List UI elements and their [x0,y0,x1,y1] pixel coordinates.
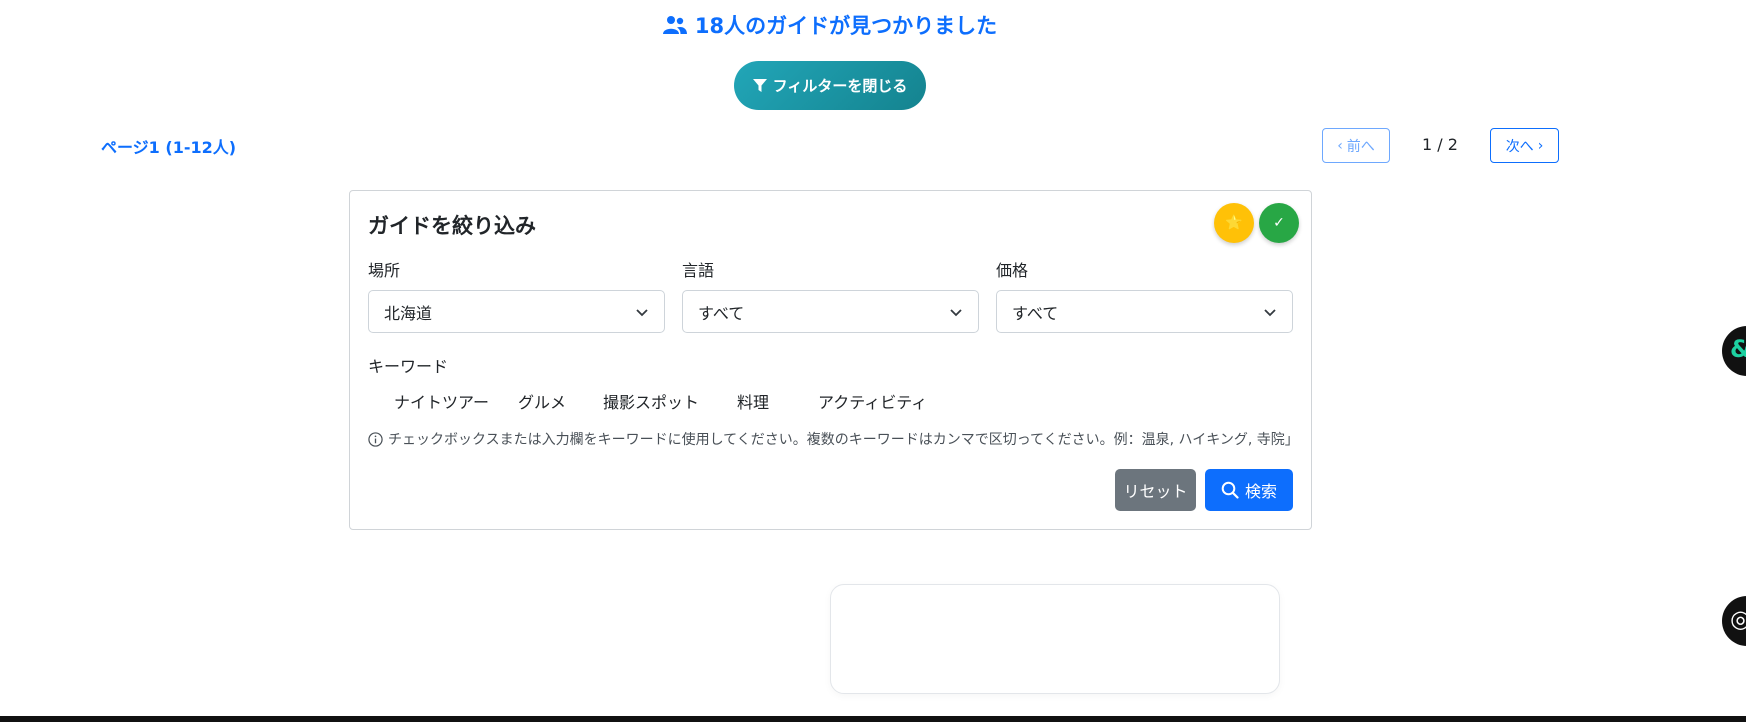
location-label: 場所 [368,261,401,280]
keyword-option[interactable]: 撮影スポット [603,389,699,413]
content-placeholder-card [830,584,1280,694]
page-info: ページ1 (1-12人) [101,138,237,157]
search-icon [1221,481,1239,499]
next-page-button[interactable]: 次へ › [1490,128,1559,163]
close-filter-label: フィルターを閉じる [772,77,908,95]
chevron-down-icon [636,308,648,316]
price-value: すべて [1012,303,1059,323]
results-count-text: 18人のガイドが見つかりました [694,14,998,38]
search-label: 検索 [1244,482,1277,501]
bottom-bar [0,716,1746,722]
filter-icon [752,78,767,92]
chevron-down-icon [1264,308,1276,316]
check-icon: ✓ [1273,215,1285,231]
chat-icon: & [1730,335,1746,363]
keyword-option[interactable]: ナイトツアー [394,389,489,413]
next-page-label: 次へ [1505,138,1534,155]
page-count: 1 / 2 [1422,135,1458,154]
keyword-hint: チェックボックスまたは入力欄をキーワードに使用してください。複数のキーワードはカ… [368,429,1299,449]
assistant-icon: ◎ [1730,605,1746,633]
side-widget-button[interactable]: ◎ [1722,596,1746,646]
chevron-right-icon: › [1537,137,1544,154]
keyword-option[interactable]: 料理 [737,389,769,413]
keyword-hint-text: チェックボックスまたは入力欄をキーワードに使用してください。複数のキーワードはカ… [388,432,1299,448]
star-icon: ⭐ [1225,215,1243,231]
keyword-option[interactable]: グルメ [518,389,566,413]
prev-page-label: 前へ [1346,138,1375,155]
keyword-option[interactable]: アクティビティ [818,389,927,413]
language-select[interactable]: すべて [682,290,979,333]
users-icon [662,16,687,34]
search-button[interactable]: 検索 [1205,469,1293,511]
info-icon [368,431,383,447]
chevron-down-icon [950,308,962,316]
side-widget-button[interactable]: & [1722,326,1746,376]
confirm-button[interactable]: ✓ [1259,203,1299,243]
results-title: 18人のガイドが見つかりました [0,10,1660,40]
prev-page-button[interactable]: ‹ 前へ [1322,128,1390,163]
filter-card: ガイドを絞り込み ⭐ ✓ 場所 北海道 言語 すべて 価格 すべて キーワード … [349,190,1312,530]
reset-button[interactable]: リセット [1115,469,1196,511]
location-select[interactable]: 北海道 [368,290,665,333]
location-value: 北海道 [384,303,433,323]
language-label: 言語 [682,261,715,280]
favorite-button[interactable]: ⭐ [1214,203,1254,243]
filter-card-title: ガイドを絞り込み [368,214,536,238]
reset-label: リセット [1123,482,1188,501]
language-value: すべて [698,303,745,323]
keyword-label: キーワード [368,357,449,376]
chevron-left-icon: ‹ [1337,137,1343,154]
price-label: 価格 [996,261,1029,280]
price-select[interactable]: すべて [996,290,1293,333]
close-filter-button[interactable]: フィルターを閉じる [734,61,926,110]
